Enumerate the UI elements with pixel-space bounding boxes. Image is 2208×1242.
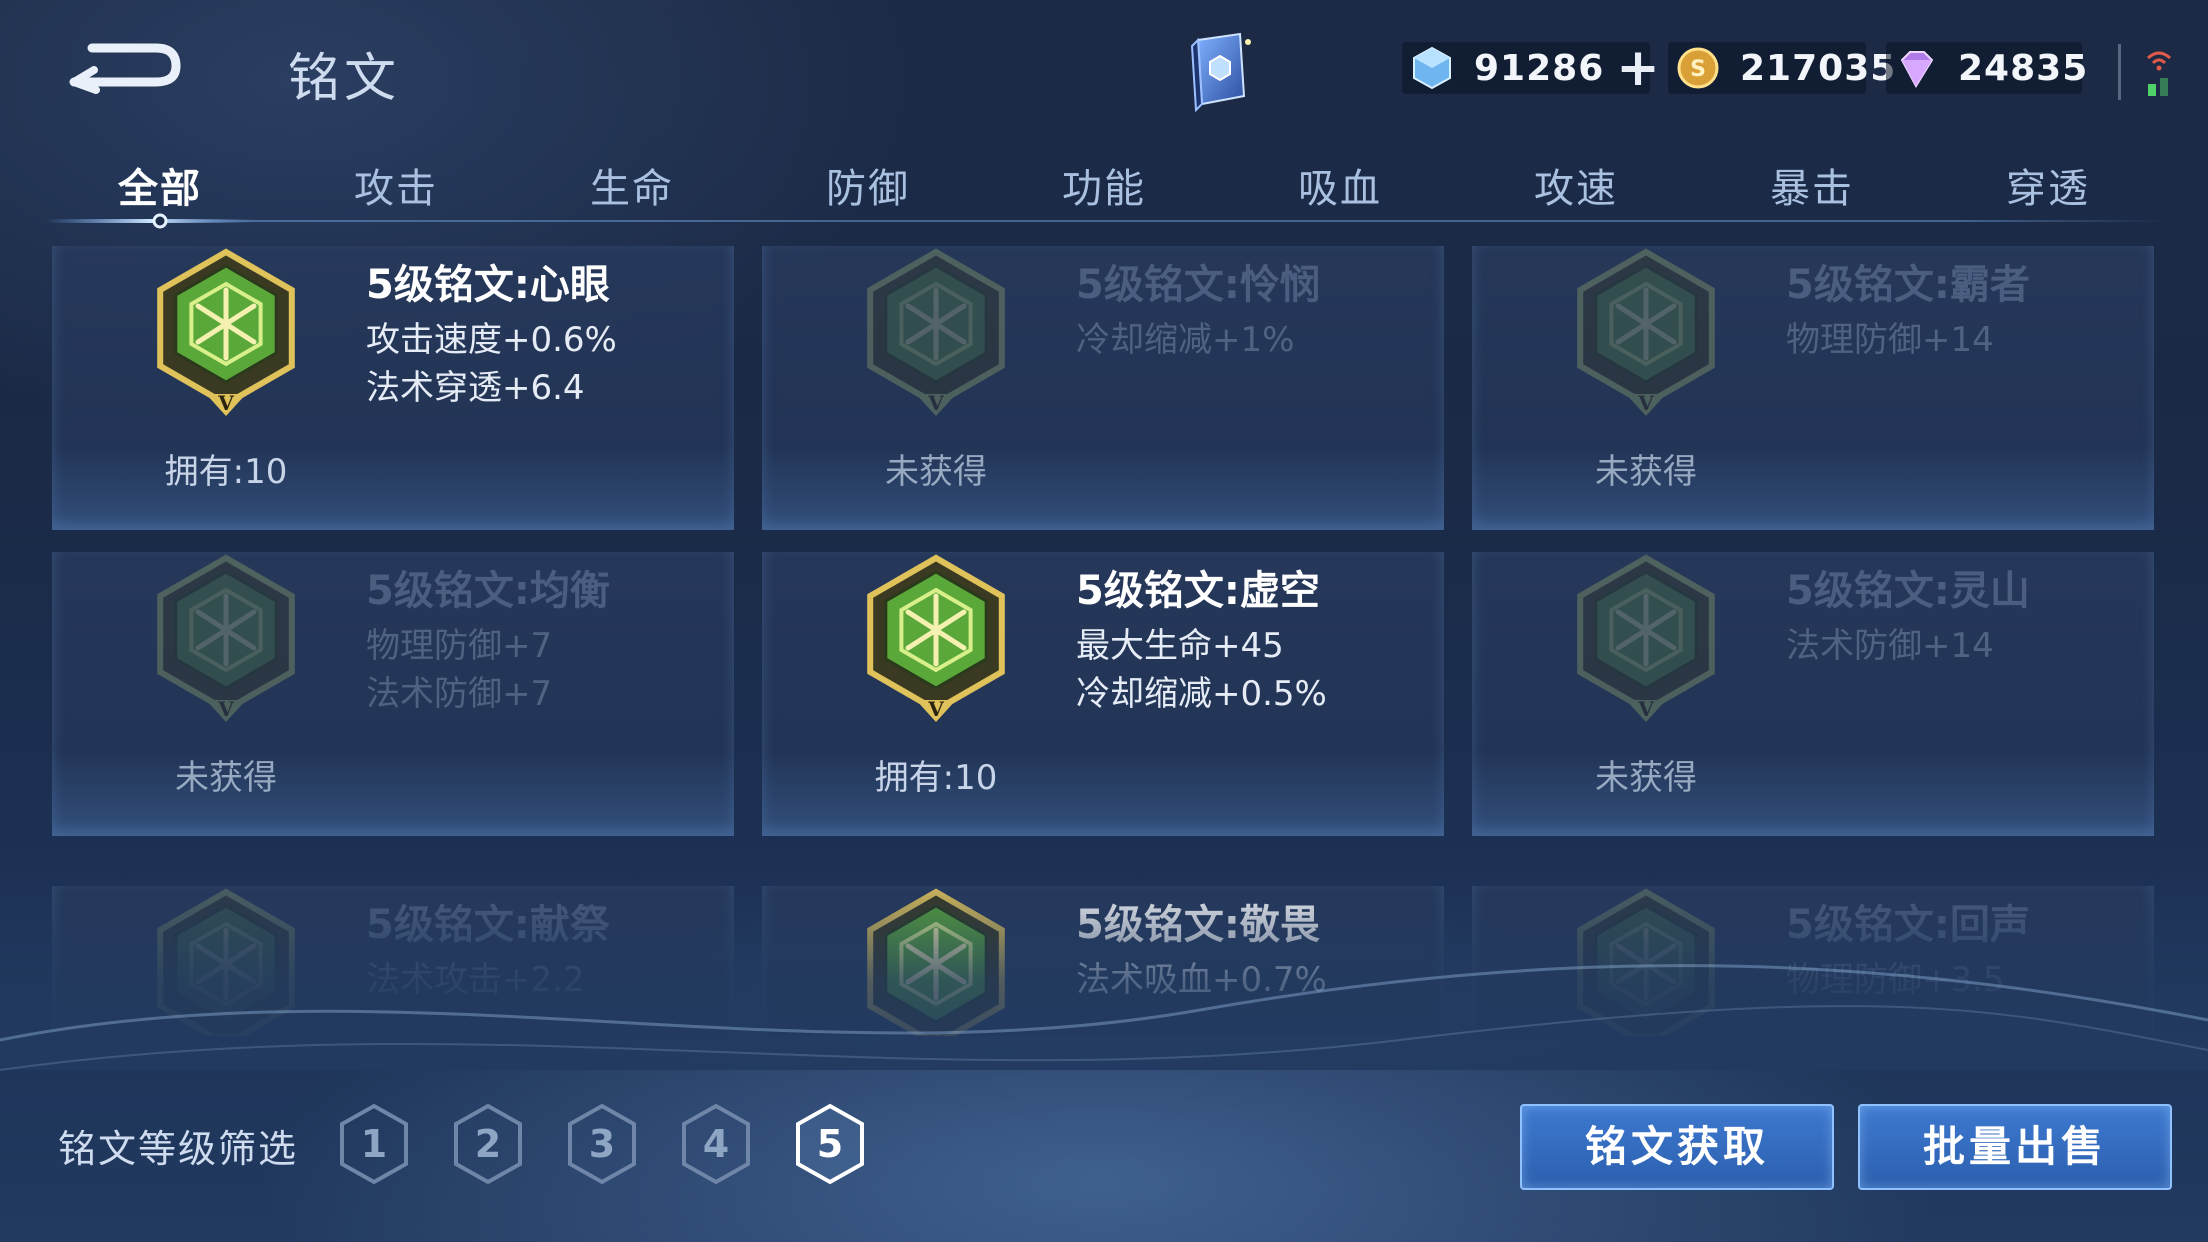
rune-stat: 法术防御+7 (366, 674, 553, 714)
rune-owned-status: 未获得 (1595, 452, 1697, 492)
bulk-sell-button[interactable]: 批量出售 (1858, 1104, 2172, 1190)
gold-coin-icon: S (1677, 47, 1719, 89)
rune-stat: 物理防御+14 (1786, 320, 1994, 360)
back-arrow-icon[interactable] (64, 32, 184, 102)
add-diamond-button[interactable]: + (1616, 42, 1660, 94)
rune-stat: 攻击速度+0.6% (366, 320, 617, 360)
rune-name: 5级铭文:献祭 (366, 902, 610, 948)
rune-stat: 物理防御+7 (366, 626, 553, 666)
rune-emblem-icon: V (157, 554, 295, 722)
rune-name: 5级铭文:心眼 (366, 262, 610, 308)
level-filter-label: 铭文等级筛选 (58, 1127, 299, 1171)
svg-text:V: V (1637, 697, 1654, 721)
rune-name: 5级铭文:灵山 (1786, 568, 2030, 614)
svg-text:V: V (217, 391, 234, 415)
rune-card[interactable]: V 5级铭文:虚空 最大生命+45 冷却缩减+0.5% 拥有:10 (762, 552, 1444, 836)
rune-owned-status: 未获得 (175, 758, 277, 798)
rune-owned-count: 拥有:10 (164, 452, 288, 492)
tab-utility[interactable]: 功能 (1062, 156, 1146, 214)
tab-health[interactable]: 生命 (590, 156, 674, 214)
rune-card[interactable]: V 5级铭文:怜悯 冷却缩减+1% 未获得 (762, 246, 1444, 530)
svg-text:V: V (1637, 391, 1654, 415)
rune-owned-count: 拥有:10 (874, 758, 998, 798)
header-divider (2118, 44, 2121, 100)
level-filter-label-3: 3 (588, 1122, 616, 1166)
diamond-amount: 91286 (1474, 47, 1605, 89)
diamond-gem-icon (1413, 46, 1451, 90)
rune-emblem-icon: V (157, 888, 295, 1036)
rune-name: 5级铭文:怜悯 (1076, 262, 1320, 308)
rune-stat: 法术攻击+2.2 (366, 960, 585, 1000)
rune-name: 5级铭文:均衡 (366, 568, 610, 614)
level-filter-label-1: 1 (360, 1122, 388, 1166)
level-filter-2[interactable]: 2 (450, 1102, 526, 1186)
rune-card[interactable]: V 5级铭文:心眼 攻击速度+0.6% 法术穿透+6.4 拥有:10 (52, 246, 734, 530)
level-filter-label-4: 4 (702, 1122, 730, 1166)
rune-emblem-icon: V (867, 888, 1005, 1036)
gold-amount: 217035 (1740, 47, 1897, 89)
rune-name: 5级铭文:敬畏 (1076, 902, 1320, 948)
tab-attack-speed[interactable]: 攻速 (1534, 156, 1618, 214)
tab-lifesteal[interactable]: 吸血 (1298, 156, 1382, 214)
svg-text:V: V (1637, 1031, 1654, 1036)
svg-text:V: V (927, 391, 944, 415)
category-tabs: 全部 攻击 生命 防御 功能 吸血 攻速 暴击 穿透 (40, 146, 2168, 229)
level-filter-4[interactable]: 4 (678, 1102, 754, 1186)
rune-owned-status: 未获得 (885, 452, 987, 492)
tab-all[interactable]: 全部 (118, 156, 202, 214)
network-signal-icon (2146, 51, 2172, 96)
rune-owned-status: 未获得 (1595, 758, 1697, 798)
crystal-amount: 24835 (1958, 47, 2089, 89)
gold-currency: S 217035 (1668, 42, 1895, 94)
rune-grid: V 5级铭文:心眼 攻击速度+0.6% 法术穿透+6.4 拥有:10 V 5级铭… (52, 246, 2156, 1036)
svg-text:V: V (217, 697, 234, 721)
rune-card[interactable]: V 5级铭文:献祭 法术攻击+2.2 (52, 886, 734, 1036)
rune-stat: 法术防御+14 (1786, 626, 1994, 666)
rune-stat: 法术吸血+0.7% (1076, 960, 1327, 1000)
acquire-runes-button[interactable]: 铭文获取 (1520, 1104, 1834, 1190)
level-filter-5[interactable]: 5 (792, 1102, 868, 1186)
active-tab-indicator (46, 213, 256, 229)
svg-text:S: S (1690, 57, 1706, 82)
rune-emblem-icon: V (1577, 248, 1715, 416)
rune-stat: 最大生命+45 (1076, 626, 1284, 666)
rune-stat: 冷却缩减+0.5% (1076, 674, 1327, 714)
level-filter-label-5: 5 (816, 1122, 844, 1166)
rune-emblem-icon: V (1577, 554, 1715, 722)
level-filter-1[interactable]: 1 (336, 1102, 412, 1186)
tab-defense[interactable]: 防御 (826, 156, 910, 214)
tab-divider (40, 220, 2168, 222)
level-filter-3[interactable]: 3 (564, 1102, 640, 1186)
crystal-currency: 24835 (1886, 42, 2087, 94)
purple-crystal-icon (1900, 51, 1934, 89)
tab-critical[interactable]: 暴击 (1770, 156, 1854, 214)
tab-penetration[interactable]: 穿透 (2006, 156, 2090, 214)
rune-emblem-icon: V (157, 248, 295, 416)
rune-name: 5级铭文:虚空 (1076, 568, 1320, 614)
rune-card[interactable]: V 5级铭文:敬畏 法术吸血+0.7% (762, 886, 1444, 1036)
svg-text:V: V (217, 1031, 234, 1036)
rune-emblem-icon: V (867, 554, 1005, 722)
rune-card[interactable]: V 5级铭文:灵山 法术防御+14 未获得 (1472, 552, 2154, 836)
level-filter-label-2: 2 (474, 1122, 502, 1166)
rune-stat: 法术穿透+6.4 (366, 368, 585, 408)
rune-book-icon[interactable] (1178, 30, 1258, 114)
rune-name: 5级铭文:霸者 (1786, 262, 2030, 308)
page-title: 铭文 (288, 49, 401, 109)
diamond-currency: 91286 + (1402, 42, 1660, 94)
tab-attack[interactable]: 攻击 (354, 156, 438, 214)
svg-text:V: V (927, 697, 944, 721)
svg-text:V: V (927, 1031, 944, 1036)
rune-name: 5级铭文:回声 (1786, 902, 2030, 948)
rune-card[interactable]: V 5级铭文:霸者 物理防御+14 未获得 (1472, 246, 2154, 530)
rune-card[interactable]: V 5级铭文:回声 物理防御+3.5 (1472, 886, 2154, 1036)
rune-emblem-icon: V (867, 248, 1005, 416)
rune-emblem-icon: V (1577, 888, 1715, 1036)
rune-stat: 冷却缩减+1% (1076, 320, 1295, 360)
rune-card[interactable]: V 5级铭文:均衡 物理防御+7 法术防御+7 未获得 (52, 552, 734, 836)
rune-stat: 物理防御+3.5 (1786, 960, 2005, 1000)
